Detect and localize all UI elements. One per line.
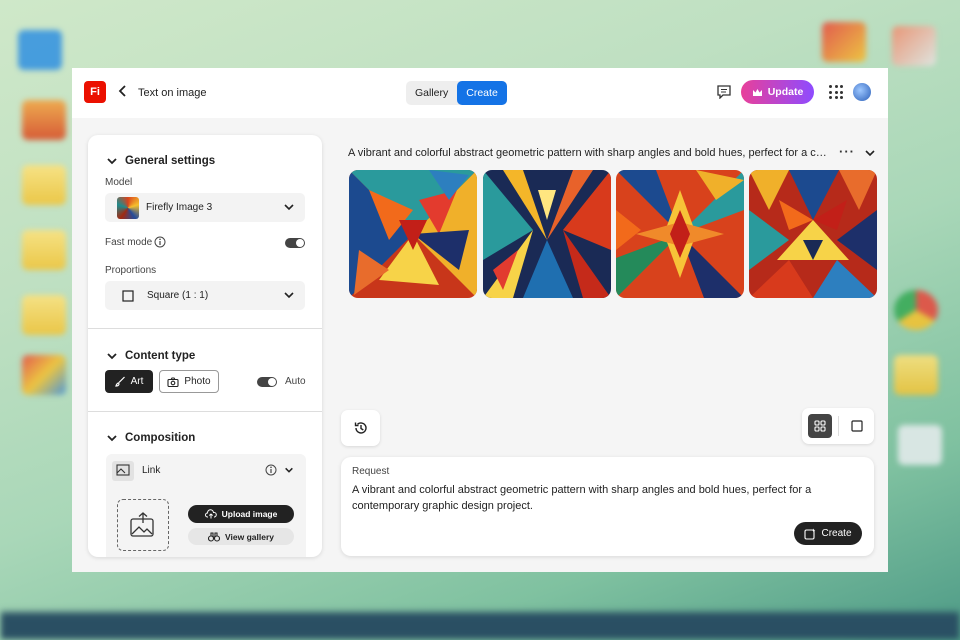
top-bar: Fi Text on image Gallery Create Update <box>72 68 888 118</box>
folder-icon <box>22 165 66 205</box>
binoculars-icon <box>208 531 220 542</box>
info-icon[interactable] <box>154 236 166 248</box>
generated-image-2[interactable] <box>483 170 611 298</box>
desktop-icon <box>822 22 866 62</box>
square-icon <box>122 289 134 302</box>
firefly-logo[interactable]: Fi <box>84 81 106 103</box>
model-dropdown[interactable]: Firefly Image 3 <box>105 193 305 222</box>
chevron-down-icon <box>107 435 117 442</box>
desktop-icon <box>892 26 936 66</box>
auto-toggle[interactable] <box>257 377 277 387</box>
update-label: Update <box>767 86 804 98</box>
brush-icon <box>114 376 125 387</box>
firefly-app-window: Fi Text on image Gallery Create Update G… <box>72 68 888 572</box>
composition-title: Composition <box>125 432 196 444</box>
view-switcher <box>802 408 874 444</box>
desktop-icon <box>898 425 942 465</box>
link-image-icon <box>112 461 134 481</box>
folder-icon <box>22 295 66 335</box>
fast-mode-toggle[interactable] <box>285 238 305 248</box>
tab-gallery[interactable]: Gallery <box>406 81 457 105</box>
single-view-button[interactable] <box>845 414 869 438</box>
upload-label: Upload image <box>221 509 278 519</box>
crown-icon <box>752 88 762 96</box>
model-label: Model <box>105 177 133 188</box>
divider <box>88 328 322 329</box>
auto-label: Auto <box>285 376 306 387</box>
folder-icon <box>22 230 66 270</box>
chevron-left-icon <box>118 85 126 97</box>
chevron-down-icon <box>107 158 117 165</box>
content-type-header[interactable]: Content type <box>107 350 195 362</box>
back-button[interactable] <box>118 84 128 101</box>
info-icon[interactable] <box>265 464 277 476</box>
chevron-down-icon <box>284 204 294 211</box>
desktop-icon <box>18 30 62 70</box>
feedback-icon[interactable] <box>716 85 732 99</box>
folder-icon <box>894 355 938 395</box>
desktop-icon <box>22 355 66 395</box>
fast-mode-label: Fast mode <box>105 237 153 248</box>
square-icon <box>851 420 863 432</box>
request-input[interactable]: A vibrant and colorful abstract geometri… <box>352 482 832 514</box>
proportions-dropdown[interactable]: Square (1 : 1) <box>105 281 305 310</box>
mode-switch: Gallery Create <box>406 81 507 105</box>
prompt-summary: A vibrant and colorful abstract geometri… <box>348 147 830 159</box>
chevron-down-icon <box>284 292 294 299</box>
history-button[interactable] <box>341 410 380 446</box>
model-thumbnail <box>117 196 139 219</box>
chrome-icon <box>894 290 938 330</box>
settings-panel: General settings Model Firefly Image 3 F… <box>88 135 322 557</box>
sparkle-edit-icon <box>804 528 816 540</box>
apps-grid-icon[interactable] <box>829 85 843 99</box>
art-button[interactable]: Art <box>105 370 153 393</box>
link-card: Link Upload image View gallery <box>106 454 306 557</box>
composition-header[interactable]: Composition <box>107 432 195 444</box>
model-value: Firefly Image 3 <box>146 202 213 213</box>
photo-button[interactable]: Photo <box>159 370 219 393</box>
content-type-title: Content type <box>125 350 196 362</box>
chevron-down-icon <box>107 353 117 360</box>
update-button[interactable]: Update <box>741 80 814 104</box>
cloud-upload-icon <box>204 509 217 519</box>
taskbar <box>0 612 960 640</box>
generated-image-1[interactable] <box>349 170 477 298</box>
page-title: Text on image <box>138 87 207 99</box>
grid-icon <box>814 420 826 432</box>
divider <box>838 416 839 436</box>
chevron-down-icon[interactable] <box>864 147 876 159</box>
tab-create[interactable]: Create <box>457 81 507 105</box>
general-settings-header[interactable]: General settings <box>107 155 215 167</box>
grid-view-button[interactable] <box>808 414 832 438</box>
camera-icon <box>167 376 179 387</box>
upload-image-button[interactable]: Upload image <box>188 505 294 523</box>
art-label: Art <box>130 376 144 387</box>
view-gallery-label: View gallery <box>225 531 274 542</box>
image-drop-zone[interactable] <box>117 499 169 551</box>
chevron-down-icon[interactable] <box>284 465 294 475</box>
create-label: Create <box>821 528 852 539</box>
proportions-label: Proportions <box>105 265 157 276</box>
photo-label: Photo <box>184 376 211 387</box>
avatar[interactable] <box>853 83 871 101</box>
divider <box>88 411 322 412</box>
request-label: Request <box>352 466 390 477</box>
generated-image-3[interactable] <box>616 170 744 298</box>
link-label: Link <box>142 465 161 476</box>
general-settings-title: General settings <box>125 155 216 167</box>
desktop-icon <box>22 100 66 140</box>
proportions-value: Square (1 : 1) <box>147 290 209 301</box>
generated-image-4[interactable] <box>749 170 877 298</box>
more-options-icon[interactable]: ··· <box>839 144 855 159</box>
create-button[interactable]: Create <box>794 522 862 545</box>
request-panel: Request A vibrant and colorful abstract … <box>341 457 874 556</box>
view-gallery-button[interactable]: View gallery <box>188 528 294 545</box>
history-icon <box>354 422 367 434</box>
upload-image-icon <box>130 512 154 537</box>
